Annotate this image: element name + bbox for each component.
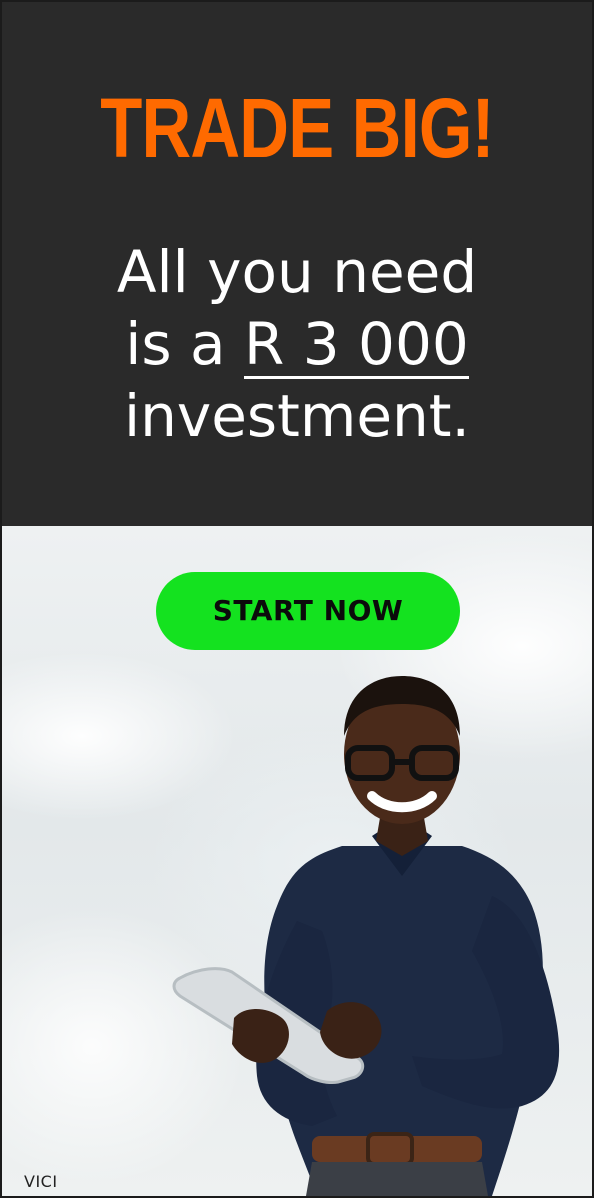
headline: TRADE BIG!	[100, 81, 494, 175]
ad-copy: All you need is a R 3 000 investment.	[2, 236, 592, 452]
brand-label: VICI	[24, 1172, 58, 1191]
copy-line-3: investment.	[124, 382, 470, 450]
ad-container[interactable]: TRADE BIG! All you need is a R 3 000 inv…	[0, 0, 594, 1198]
investment-amount: R 3 000	[243, 310, 469, 379]
start-now-button[interactable]: START NOW	[156, 572, 460, 650]
copy-line-2: is a R 3 000	[2, 308, 592, 380]
copy-line-2-prefix: is a	[125, 310, 226, 378]
copy-line-1: All you need	[116, 238, 478, 306]
